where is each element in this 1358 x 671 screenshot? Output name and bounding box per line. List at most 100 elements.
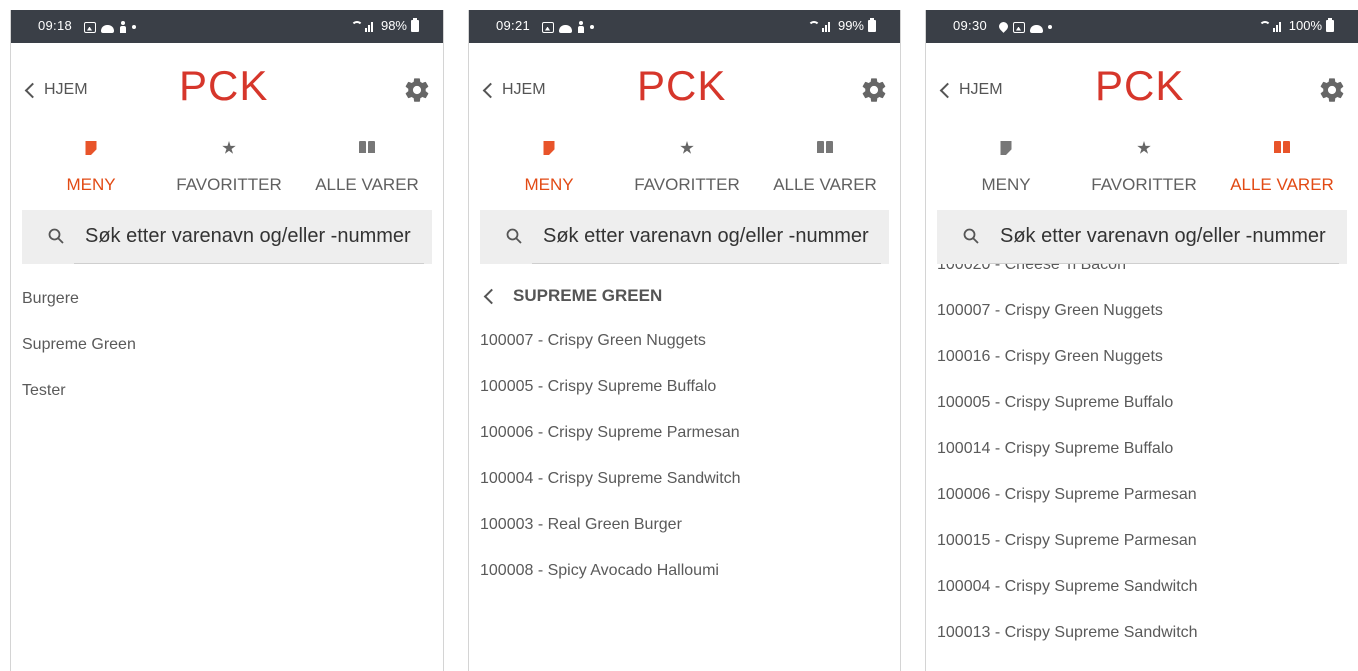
gear-icon[interactable] <box>860 76 888 104</box>
list-item[interactable]: 100004 - Crispy Supreme Sandwitch <box>480 456 900 502</box>
search-input[interactable]: Søk etter varenavn og/eller -nummer <box>480 210 889 264</box>
tab-favoritter[interactable]: FAVORITTER <box>617 137 757 195</box>
tab-alle-varer[interactable]: ALLE VARER <box>761 137 889 195</box>
list-item[interactable]: 100006 - Crispy Supreme Parmesan <box>937 472 1358 518</box>
tab-label: ALLE VARER <box>1230 175 1334 194</box>
list-item[interactable]: 100003 - Real Green Burger <box>480 502 900 548</box>
list-item[interactable]: Burgere <box>22 276 443 322</box>
product-list: 100007 - Crispy Green Nuggets 100005 - C… <box>480 318 900 594</box>
tab-label: FAVORITTER <box>176 175 282 194</box>
tab-label: MENY <box>981 175 1031 194</box>
back-chevron-icon <box>482 82 499 98</box>
list-item[interactable]: 100007 - Crispy Green Nuggets <box>480 318 900 364</box>
gallery-icon <box>1013 21 1025 33</box>
star-icon <box>222 141 236 154</box>
list-item[interactable]: 100014 - Crispy Supreme Buffalo <box>937 426 1358 472</box>
list-item[interactable]: 100015 - Crispy Supreme Parmesan <box>937 518 1358 564</box>
app-header: HJEM PCK <box>926 43 1358 131</box>
search-input[interactable]: Søk etter varenavn og/eller -nummer <box>937 210 1347 264</box>
app-title: PCK <box>637 62 727 109</box>
back-button[interactable]: HJEM <box>481 81 546 99</box>
book-icon <box>1274 141 1290 153</box>
status-time: 09:21 <box>496 18 531 33</box>
phone-screen-category: 09:21 99% HJEM PCK MENY FAVORITTER ALLE … <box>468 10 901 671</box>
tab-meny[interactable]: MENY <box>966 137 1046 195</box>
cloud-icon <box>559 24 572 33</box>
battery-percent: 100% <box>1288 18 1322 33</box>
category-back-header[interactable]: SUPREME GREEN <box>480 278 662 314</box>
category-list: Burgere Supreme Green Tester <box>22 276 443 414</box>
list-item[interactable]: 100007 - Crispy Green Nuggets <box>937 288 1358 334</box>
list-item[interactable]: 100006 - Crispy Supreme Parmesan <box>480 410 900 456</box>
gallery-icon <box>542 21 554 33</box>
back-chevron-icon <box>24 82 41 98</box>
tab-label: ALLE VARER <box>773 175 877 194</box>
signal-icon <box>1258 20 1285 32</box>
location-icon <box>997 19 1010 33</box>
tab-bar: MENY FAVORITTER ALLE VARER <box>469 137 900 195</box>
gear-icon[interactable] <box>403 76 431 104</box>
menu-tag-icon <box>543 141 555 155</box>
tab-label: ALLE VARER <box>315 175 419 194</box>
list-item[interactable]: 100013 - Crispy Supreme Sandwitch <box>937 610 1358 656</box>
search-icon <box>963 228 979 244</box>
tab-label: FAVORITTER <box>634 175 740 194</box>
tab-favoritter[interactable]: FAVORITTER <box>159 137 299 195</box>
app-header: HJEM PCK <box>469 43 900 131</box>
app-title: PCK <box>1095 62 1185 109</box>
notification-dot-icon <box>132 25 136 29</box>
tab-alle-varer[interactable]: ALLE VARER <box>1218 137 1346 195</box>
list-item[interactable]: 100016 - Crispy Green Nuggets <box>937 334 1358 380</box>
status-bar: 09:21 99% <box>469 10 900 43</box>
product-list: 100020 - Cheese 'n Bacon 100007 - Crispy… <box>937 264 1358 656</box>
phone-screen-all-items: 09:30 100% HJEM PCK MENY FAVORITTER ALLE… <box>925 10 1358 671</box>
list-item[interactable]: 100020 - Cheese 'n Bacon <box>937 264 1358 288</box>
battery-icon <box>1326 17 1334 32</box>
battery-percent: 99% <box>837 18 864 33</box>
search-icon <box>48 228 64 244</box>
star-icon <box>680 141 694 154</box>
menu-tag-icon <box>85 141 97 155</box>
back-button[interactable]: HJEM <box>23 81 88 99</box>
list-item[interactable]: 100004 - Crispy Supreme Sandwitch <box>937 564 1358 610</box>
status-bar: 09:18 98% <box>11 10 443 43</box>
scroll-area[interactable]: 100020 - Cheese 'n Bacon 100007 - Crispy… <box>926 264 1358 671</box>
status-bar: 09:30 100% <box>926 10 1358 43</box>
notification-dot-icon <box>1048 25 1052 29</box>
tab-bar: MENY FAVORITTER ALLE VARER <box>926 137 1358 195</box>
signal-icon <box>807 20 834 32</box>
search-placeholder: Søk etter varenavn og/eller -nummer <box>85 225 411 247</box>
cloud-icon <box>101 24 114 33</box>
tab-meny[interactable]: MENY <box>51 137 131 195</box>
back-label: HJEM <box>44 81 88 98</box>
back-button[interactable]: HJEM <box>938 81 1003 99</box>
person-icon <box>577 21 585 33</box>
list-item[interactable]: Supreme Green <box>22 322 443 368</box>
list-item[interactable]: 100008 - Spicy Avocado Halloumi <box>480 548 900 594</box>
list-item[interactable]: Tester <box>22 368 443 414</box>
tab-favoritter[interactable]: FAVORITTER <box>1074 137 1214 195</box>
menu-tag-icon <box>1000 141 1012 155</box>
status-time: 09:30 <box>953 18 988 33</box>
person-icon <box>119 21 127 33</box>
tab-alle-varer[interactable]: ALLE VARER <box>303 137 431 195</box>
tab-label: MENY <box>524 175 574 194</box>
tab-label: MENY <box>66 175 116 194</box>
back-chevron-icon <box>483 288 500 304</box>
phone-screen-menu: 09:18 98% HJEM PCK MENY FAVORITTER ALLE … <box>10 10 444 671</box>
search-placeholder: Søk etter varenavn og/eller -nummer <box>1000 225 1326 247</box>
book-icon <box>817 141 833 153</box>
search-placeholder: Søk etter varenavn og/eller -nummer <box>543 225 869 247</box>
battery-icon <box>868 17 876 32</box>
category-title: SUPREME GREEN <box>513 286 663 305</box>
tab-label: FAVORITTER <box>1091 175 1197 194</box>
tab-meny[interactable]: MENY <box>509 137 589 195</box>
battery-percent: 98% <box>380 18 407 33</box>
back-label: HJEM <box>959 81 1003 98</box>
notification-dot-icon <box>590 25 594 29</box>
signal-icon <box>350 20 377 32</box>
gear-icon[interactable] <box>1318 76 1346 104</box>
list-item[interactable]: 100005 - Crispy Supreme Buffalo <box>480 364 900 410</box>
search-input[interactable]: Søk etter varenavn og/eller -nummer <box>22 210 432 264</box>
list-item[interactable]: 100005 - Crispy Supreme Buffalo <box>937 380 1358 426</box>
